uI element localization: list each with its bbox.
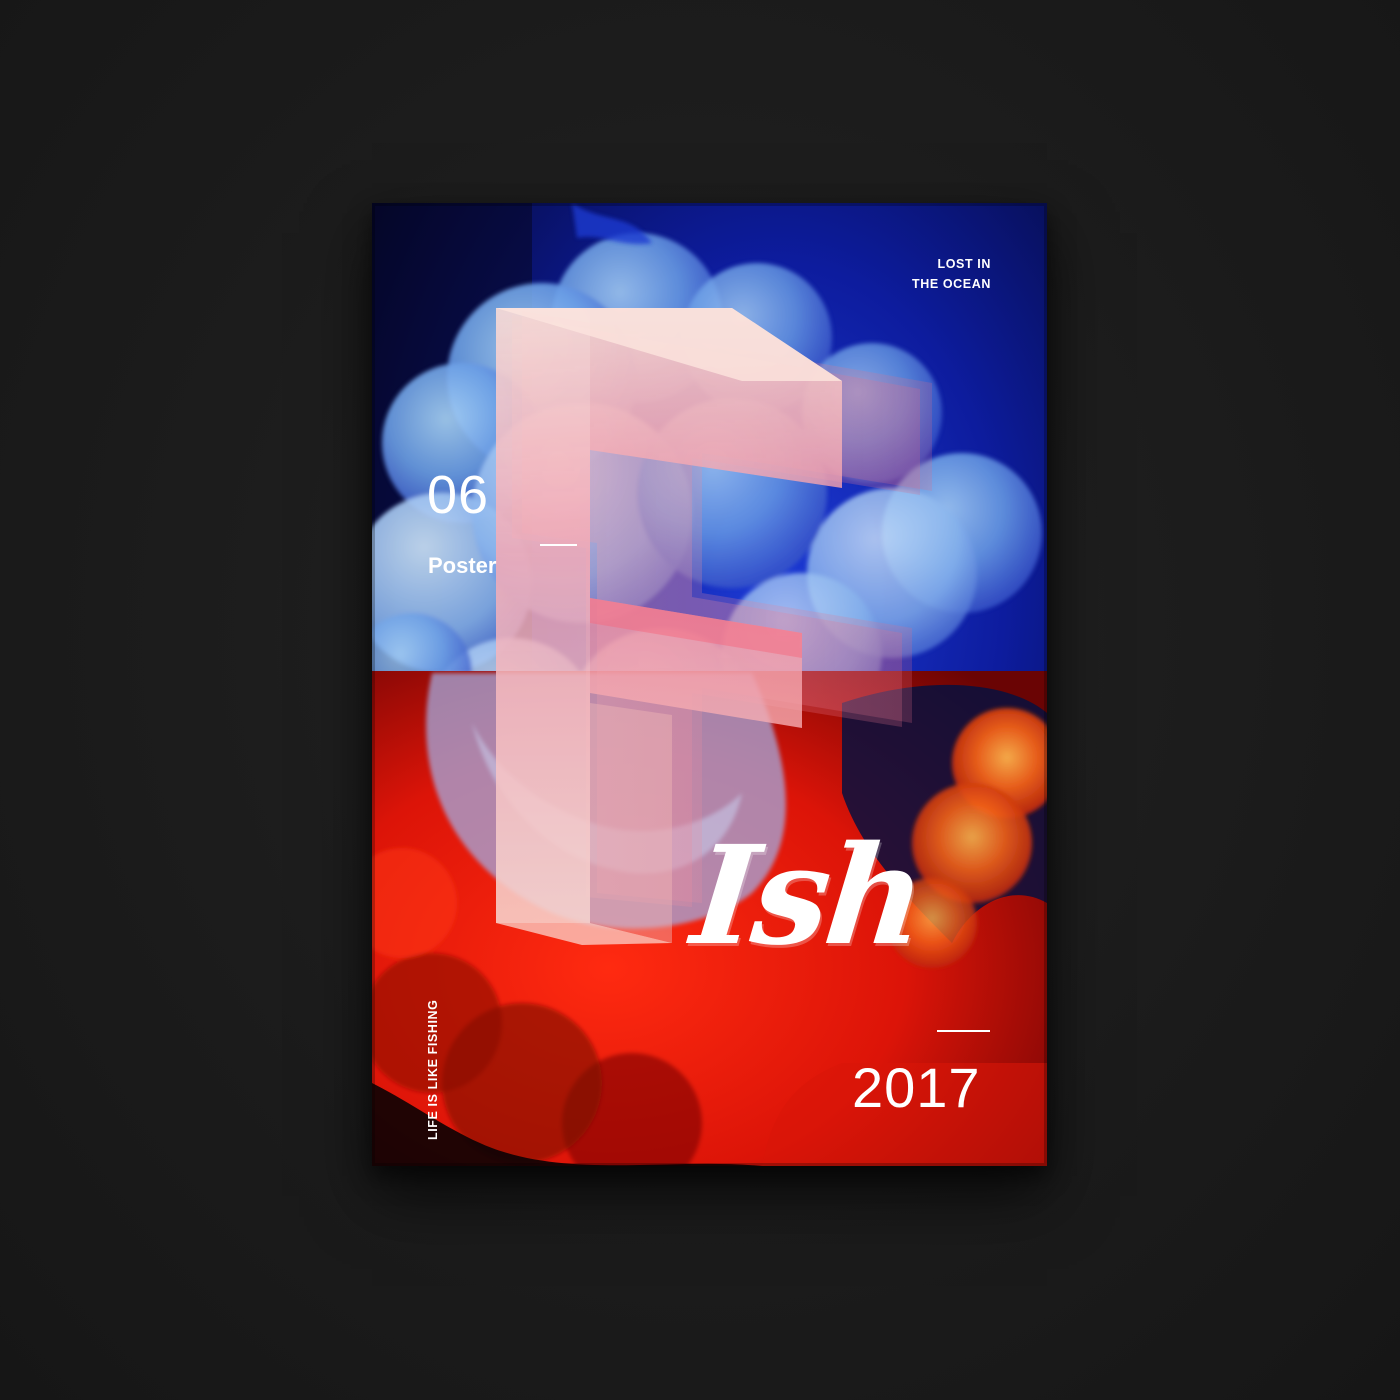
year: 2017 — [852, 1056, 981, 1119]
issue-number: 06 — [427, 465, 490, 525]
side-vertical-text: LIFE IS LIKE FISHING — [426, 999, 440, 1140]
tagline-line-2: THE OCEAN — [911, 277, 991, 291]
year-dash — [937, 1030, 990, 1032]
issue-number-dash — [540, 544, 577, 546]
poster: LOST IN THE OCEAN 06 Poster Ish 2017 LIF… — [372, 203, 1047, 1166]
canvas-background: LOST IN THE OCEAN 06 Poster Ish 2017 LIF… — [0, 0, 1400, 1400]
poster-artwork — [372, 203, 1047, 1166]
title-brush-text: Ish — [685, 816, 930, 976]
tagline: LOST IN THE OCEAN — [912, 254, 991, 294]
tagline-line-1: LOST IN — [937, 257, 991, 271]
poster-label: Poster — [428, 553, 497, 578]
